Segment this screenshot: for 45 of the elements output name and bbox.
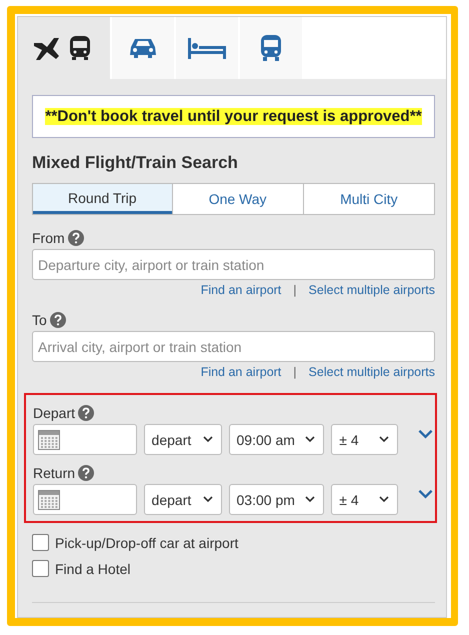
find-airport-link[interactable]: Find an airport <box>200 365 282 379</box>
travel-tab[interactable] <box>18 17 110 79</box>
checkbox-label: Pick-up/Drop-off car at airport <box>55 534 238 550</box>
time-dropdown[interactable]: 03:00 pm <box>228 484 324 515</box>
checkbox[interactable] <box>32 560 49 577</box>
field-label: From <box>32 230 65 246</box>
expand-chevron-icon[interactable] <box>418 428 433 438</box>
help-icon[interactable] <box>78 464 94 480</box>
field-label: Depart <box>33 404 76 420</box>
chevron-down-icon <box>305 496 316 503</box>
link-separator: | <box>292 365 298 379</box>
trip-type-tab[interactable]: Round Trip <box>33 184 172 214</box>
checkbox-label: Find a Hotel <box>55 560 130 576</box>
help-icon[interactable] <box>68 230 84 246</box>
help-icon[interactable] <box>50 312 66 328</box>
chevron-down-icon <box>379 496 389 503</box>
chevron-down-icon <box>202 496 213 503</box>
chevron-down-icon <box>305 436 316 443</box>
date-field[interactable] <box>33 484 137 515</box>
select-airports-link[interactable]: Select multiple airports <box>308 365 435 379</box>
time-dropdown[interactable]: 09:00 am <box>228 424 324 455</box>
bed-icon <box>187 36 227 60</box>
date-field[interactable] <box>33 424 137 455</box>
mode-dropdown[interactable]: depart <box>144 424 222 455</box>
chevron-down-icon <box>202 436 213 443</box>
calendar-icon[interactable] <box>38 430 60 450</box>
field-label: To <box>32 312 47 328</box>
checkbox[interactable] <box>32 534 49 551</box>
calendar-icon[interactable] <box>38 490 60 510</box>
range-dropdown[interactable]: ± 4 <box>331 424 398 455</box>
link-separator: | <box>292 283 298 297</box>
warning-text: **Don't book travel until your request is approved** <box>45 108 422 125</box>
train-icon <box>260 33 282 63</box>
select-airports-link[interactable]: Select multiple airports <box>308 283 435 297</box>
mode-dropdown[interactable]: depart <box>144 484 222 515</box>
find-airport-link[interactable]: Find an airport <box>200 283 282 297</box>
range-dropdown[interactable]: ± 4 <box>331 484 398 515</box>
location-field[interactable]: Departure city, airport or train station <box>32 249 435 280</box>
expand-chevron-icon[interactable] <box>418 488 433 498</box>
field-label: Return <box>33 464 76 480</box>
help-icon[interactable] <box>78 404 94 420</box>
location-field[interactable]: Arrival city, airport or train station <box>32 331 435 362</box>
chevron-down-icon <box>379 436 389 443</box>
search-heading: Mixed Flight/Train Search <box>32 153 239 173</box>
car-icon <box>128 36 158 60</box>
